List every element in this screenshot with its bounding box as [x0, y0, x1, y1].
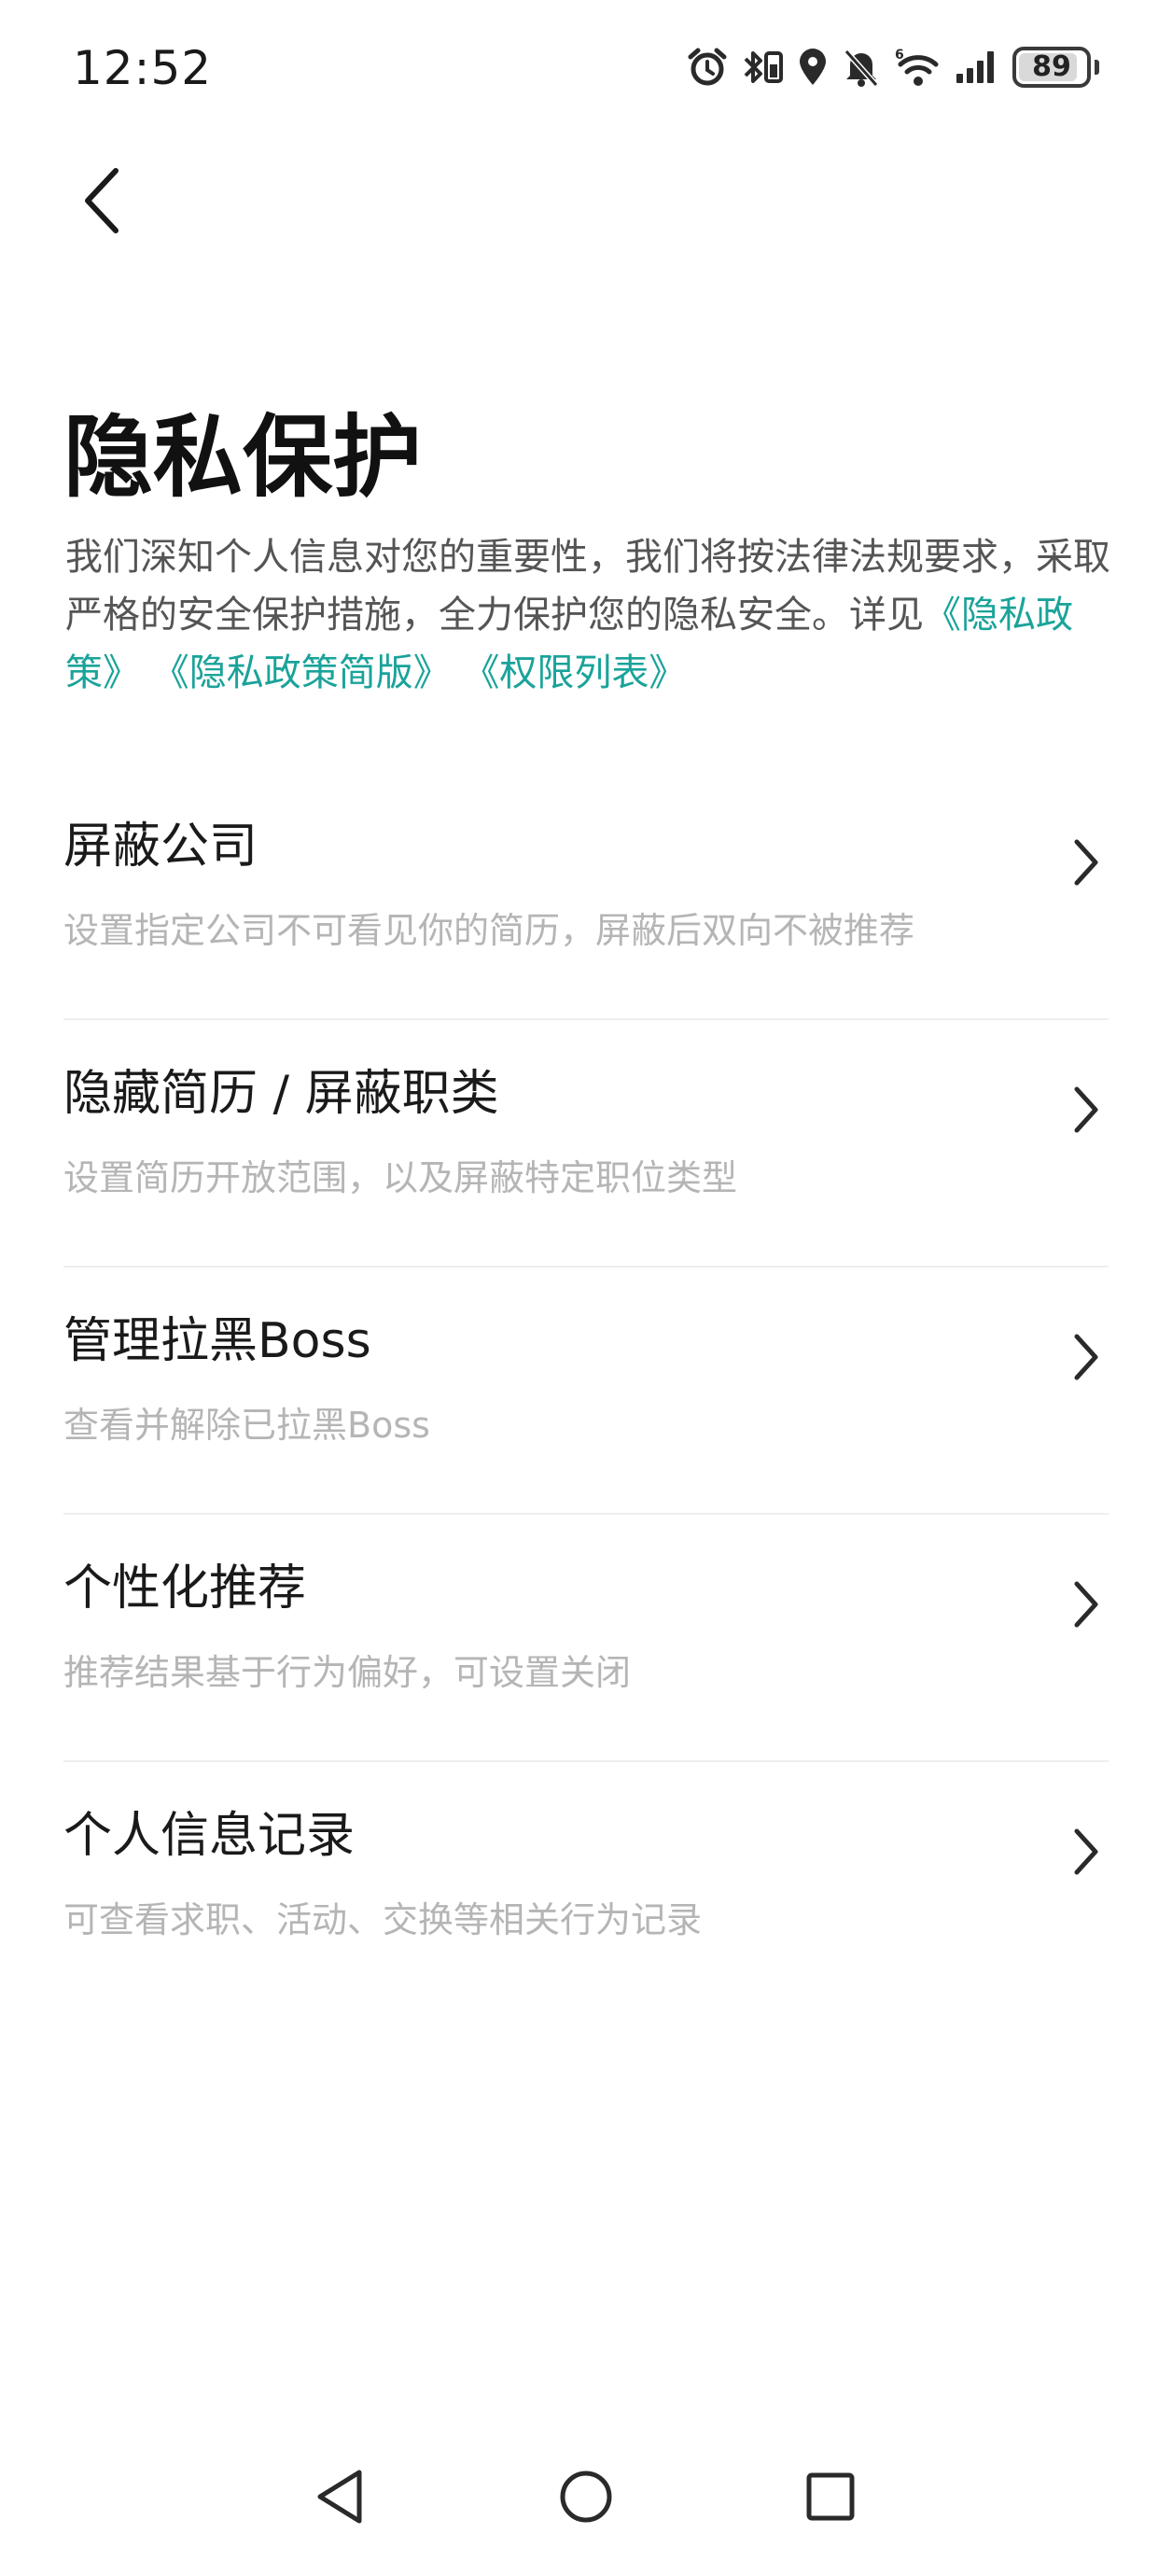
setting-description: 设置简历开放范围，以及屏蔽特定职位类型: [63, 1157, 738, 1198]
setting-block-company[interactable]: 屏蔽公司 设置指定公司不可看见你的简历，屏蔽后双向不被推荐: [63, 773, 1109, 1020]
nav-back-icon: [317, 2470, 362, 2524]
nav-recent-button[interactable]: [788, 2455, 872, 2539]
setting-title: 管理拉黑Boss: [63, 1313, 371, 1369]
alarm-icon: [688, 48, 727, 86]
nav-home-icon: [560, 2471, 612, 2523]
chevron-right-icon: [1074, 1086, 1098, 1133]
status-time: 12:52: [73, 41, 213, 95]
battery-level: 89: [1032, 50, 1071, 83]
wifi-6-icon: 6: [895, 48, 939, 86]
setting-title: 隐藏简历 / 屏蔽职类: [63, 1066, 499, 1122]
chevron-right-icon: [1074, 1334, 1098, 1380]
setting-blocked-boss[interactable]: 管理拉黑Boss 查看并解除已拉黑Boss: [63, 1267, 1109, 1515]
battery-tip: [1095, 60, 1099, 75]
status-bar: 12:52 6 89: [0, 0, 1172, 140]
chevron-left-icon: [85, 168, 119, 233]
setting-personal-info-record[interactable]: 个人信息记录 可查看求职、活动、交换等相关行为记录: [63, 1762, 1109, 2009]
nav-home-button[interactable]: [544, 2455, 628, 2539]
privacy-policy-brief-link[interactable]: 《隐私政策简版》: [152, 651, 451, 694]
bluetooth-battery-icon: [744, 51, 783, 83]
nav-recent-icon: [806, 2472, 855, 2521]
setting-personalized-recommendation[interactable]: 个性化推荐 推荐结果基于行为偏好，可设置关闭: [63, 1515, 1109, 1762]
setting-description: 设置指定公司不可看见你的简历，屏蔽后双向不被推荐: [63, 910, 915, 951]
setting-hide-resume[interactable]: 隐藏简历 / 屏蔽职类 设置简历开放范围，以及屏蔽特定职位类型: [63, 1020, 1109, 1267]
status-icons: 6 89: [686, 41, 1099, 93]
chevron-right-icon: [1074, 1581, 1098, 1628]
setting-description: 查看并解除已拉黑Boss: [63, 1405, 430, 1446]
setting-description: 推荐结果基于行为偏好，可设置关闭: [63, 1652, 632, 1693]
location-icon: [800, 49, 826, 85]
signal-icon: [956, 51, 994, 83]
setting-title: 屏蔽公司: [63, 819, 258, 875]
battery-icon: 89: [1012, 47, 1091, 88]
chevron-right-icon: [1074, 839, 1098, 886]
settings-list: 屏蔽公司 设置指定公司不可看见你的简历，屏蔽后双向不被推荐 隐藏简历 / 屏蔽职…: [63, 773, 1109, 2009]
nav-back-button[interactable]: [299, 2455, 383, 2539]
setting-description: 可查看求职、活动、交换等相关行为记录: [63, 1899, 703, 1940]
navigation-bar: [0, 2417, 1172, 2576]
back-button[interactable]: [65, 159, 140, 243]
intro-text: 我们深知个人信息对您的重要性，我们将按法律法规要求，采取严格的安全保护措施，全力…: [65, 528, 1120, 702]
mute-icon: [844, 49, 879, 87]
chevron-right-icon: [1074, 1828, 1098, 1875]
setting-title: 个性化推荐: [63, 1561, 307, 1617]
page-title: 隐私保护: [63, 405, 422, 510]
permission-list-link[interactable]: 《权限列表》: [462, 651, 686, 694]
setting-title: 个人信息记录: [63, 1808, 356, 1864]
